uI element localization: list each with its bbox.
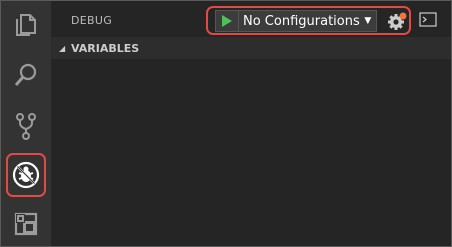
start-debugging-button[interactable] — [215, 10, 239, 32]
debug-highlight-outline — [6, 153, 46, 197]
debug-window: DEBUG No Configurations ▼ ◢ VARIABLES — [0, 0, 452, 247]
variables-section-header[interactable]: ◢ VARIABLES — [51, 37, 451, 59]
config-warning-badge — [399, 12, 407, 20]
activity-extensions[interactable] — [1, 200, 51, 246]
console-icon[interactable] — [419, 12, 437, 28]
search-icon — [14, 63, 37, 86]
play-icon — [222, 15, 232, 27]
collapse-triangle-icon: ◢ — [59, 43, 66, 53]
source-control-icon — [16, 113, 36, 140]
activity-source-control[interactable] — [1, 102, 51, 150]
variables-section-label: VARIABLES — [71, 41, 140, 55]
activity-bar — [1, 1, 51, 246]
activity-search[interactable] — [1, 51, 51, 99]
activity-explorer[interactable] — [1, 1, 51, 49]
debug-panel: DEBUG No Configurations ▼ ◢ VARIABLES — [51, 1, 451, 246]
configuration-dropdown[interactable]: No Configurations ▼ — [239, 10, 377, 32]
files-icon — [16, 14, 36, 36]
configuration-label: No Configurations — [243, 13, 360, 29]
chevron-down-icon: ▼ — [364, 16, 372, 26]
panel-title: DEBUG — [71, 14, 113, 27]
gear-icon[interactable] — [387, 11, 407, 31]
extensions-icon — [14, 212, 38, 236]
